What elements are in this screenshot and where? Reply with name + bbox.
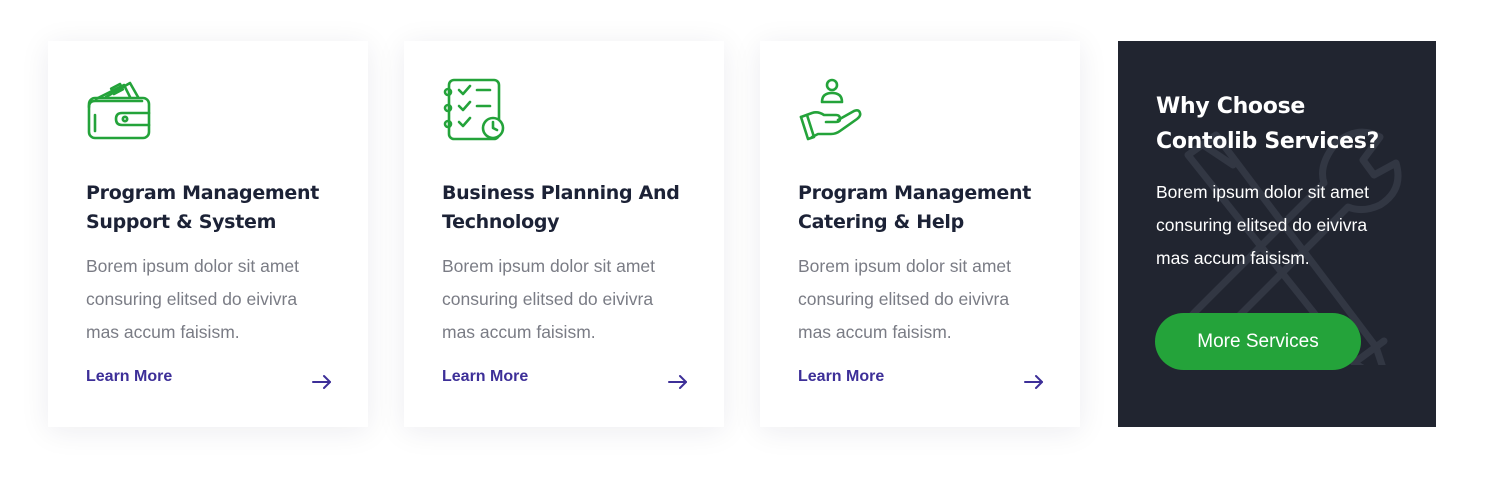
- card-description-line: mas accum faisism.: [442, 322, 596, 342]
- why-description: Borem ipsum dolor sit amet consuring eli…: [1156, 176, 1398, 275]
- card-title-line: Program Management: [798, 182, 1032, 204]
- card-description-line: consuring elitsed do eivivra: [798, 289, 1010, 309]
- arrow-right-icon[interactable]: [311, 374, 333, 390]
- arrow-right-icon[interactable]: [667, 374, 689, 390]
- services-row: Program Management Support & System Bore…: [48, 41, 1436, 427]
- card-title-line: Support & System: [86, 211, 277, 233]
- card-description-line: Borem ipsum dolor sit amet: [798, 256, 1011, 276]
- card-description: Borem ipsum dolor sit amet consuring eli…: [86, 250, 330, 349]
- card-title: Program Management Support & System: [86, 179, 330, 237]
- why-description-line: Borem ipsum dolor sit amet: [1156, 182, 1369, 202]
- card-description-line: Borem ipsum dolor sit amet: [86, 256, 299, 276]
- wallet-icon: [87, 81, 151, 140]
- card-title-line: Technology: [442, 211, 560, 233]
- card-description-line: mas accum faisism.: [86, 322, 240, 342]
- learn-more-link[interactable]: Learn More: [442, 368, 528, 386]
- why-description-line: mas accum faisism.: [1156, 248, 1310, 268]
- why-title: Why Choose Contolib Services?: [1156, 89, 1398, 159]
- checklist-icon: [443, 78, 505, 141]
- service-card-program-catering: Program Management Catering & Help Borem…: [760, 41, 1080, 427]
- service-card-business-planning: Business Planning And Technology Borem i…: [404, 41, 724, 427]
- card-title-line: Business Planning And: [442, 182, 680, 204]
- why-description-line: consuring elitsed do eivivra: [1156, 215, 1368, 235]
- hand-person-icon: [799, 78, 862, 141]
- card-title: Business Planning And Technology: [442, 179, 686, 237]
- card-description-line: Borem ipsum dolor sit amet: [442, 256, 655, 276]
- card-description: Borem ipsum dolor sit amet consuring eli…: [442, 250, 686, 349]
- card-title-line: Program Management: [86, 182, 320, 204]
- service-card-program-support: Program Management Support & System Bore…: [48, 41, 368, 427]
- learn-more-link[interactable]: Learn More: [86, 368, 172, 386]
- card-description-line: consuring elitsed do eivivra: [86, 289, 298, 309]
- why-title-line: Contolib Services?: [1156, 129, 1379, 154]
- arrow-right-icon[interactable]: [1023, 374, 1045, 390]
- more-services-button[interactable]: More Services: [1155, 313, 1361, 370]
- card-description-line: consuring elitsed do eivivra: [442, 289, 654, 309]
- card-description: Borem ipsum dolor sit amet consuring eli…: [798, 250, 1042, 349]
- why-choose-panel: Why Choose Contolib Services? Borem ipsu…: [1118, 41, 1436, 427]
- card-title-line: Catering & Help: [798, 211, 964, 233]
- why-title-line: Why Choose: [1156, 94, 1305, 119]
- card-description-line: mas accum faisism.: [798, 322, 952, 342]
- learn-more-link[interactable]: Learn More: [798, 368, 884, 386]
- card-title: Program Management Catering & Help: [798, 179, 1042, 237]
